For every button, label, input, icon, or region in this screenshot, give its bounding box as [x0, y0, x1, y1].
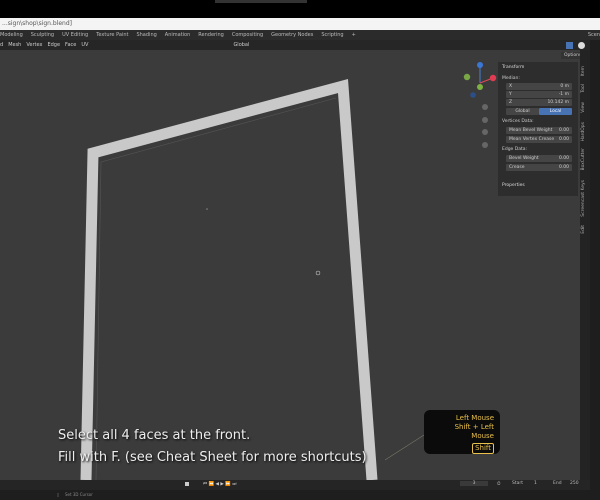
tab-screencast-keys[interactable]: Screencast Keys [581, 180, 586, 217]
global-button[interactable]: Global [506, 108, 539, 115]
y-field[interactable]: Y -1 m [506, 91, 572, 98]
value: 0.00 [558, 165, 569, 170]
x-field[interactable]: X 0 m [506, 83, 572, 90]
local-button[interactable]: Local [539, 108, 572, 115]
playback-controls[interactable]: ⏮ ⏪ ◀ ▶ ⏩ ⏭ [203, 481, 236, 487]
tab-hardops[interactable]: HardOps [581, 122, 586, 142]
value: 0.00 [558, 156, 569, 161]
title-bar: ...sign\shop\sign.blend] [0, 18, 600, 30]
stopwatch-icon[interactable]: ⏱ [497, 481, 501, 487]
caption-line-2: Fill with F. (see Cheat Sheet for more s… [58, 450, 367, 465]
bevel-weight-field[interactable]: Bevel Weight 0.00 [506, 155, 572, 162]
tab-geometry-nodes[interactable]: Geometry Nodes [271, 32, 313, 38]
menu-vertex[interactable]: Vertex [26, 42, 42, 48]
z-label: Z [509, 100, 513, 105]
orientation-dropdown[interactable]: Global [233, 42, 249, 48]
viewport-nav-buttons [482, 104, 488, 148]
3d-cursor-icon [315, 270, 321, 276]
overlay-toggle[interactable] [566, 41, 573, 49]
median-label: Median: [502, 76, 520, 81]
tab-boxcutter[interactable]: BoxCutter [581, 148, 586, 171]
value: 0.00 [558, 128, 569, 133]
transform-header[interactable]: Transform [502, 65, 524, 70]
properties-header[interactable]: Properties [502, 183, 525, 188]
mouse-icon: ▯ [57, 492, 60, 497]
tab-animation[interactable]: Animation [165, 32, 191, 38]
label: Crease [509, 165, 525, 170]
y-value: -1 m [558, 92, 569, 97]
timeline-bar: ⏮ ⏪ ◀ ▶ ⏩ ⏭ 3 ⏱ Start 1 End 250 [0, 480, 590, 490]
mean-bevel-weight-field[interactable]: Mean Bevel Weight 0.00 [506, 127, 572, 134]
label: Mean Vertex Crease [509, 137, 555, 142]
menu-edge[interactable]: Edge [47, 42, 60, 48]
x-value: 0 m [560, 84, 569, 89]
transform-panel: Transform Median: X 0 m Y -1 m Z 10.142 m G… [498, 62, 578, 196]
y-label: Y [509, 92, 512, 97]
status-text: Set 3D Cursor [65, 492, 93, 497]
end-field[interactable]: 250 [570, 481, 579, 486]
solid-shading-icon[interactable] [578, 41, 585, 49]
vertices-data-label: Vertices Data: [502, 119, 534, 124]
x-label: X [509, 84, 513, 89]
label: Bevel Weight [509, 156, 539, 161]
tab-tool[interactable]: Tool [581, 84, 586, 93]
tab-compositing[interactable]: Compositing [232, 32, 263, 38]
workspace-tabs: Modeling Sculpting UV Editing Texture Pa… [0, 30, 600, 40]
record-button[interactable] [185, 482, 189, 486]
current-frame-field[interactable]: 3 [460, 481, 488, 486]
top-bar [215, 0, 307, 3]
z-value: 10.142 m [547, 100, 569, 105]
frame-outline [80, 78, 378, 480]
tab-uv-editing[interactable]: UV Editing [62, 32, 88, 38]
sidebar-tabs: Item Tool View HardOps BoxCutter Screenc… [580, 50, 590, 480]
tab-sculpting[interactable]: Sculpting [31, 32, 54, 38]
menu-face[interactable]: Face [65, 42, 76, 48]
menu-uv[interactable]: UV [81, 42, 88, 48]
start-field[interactable]: 1 [534, 481, 537, 486]
tab-texture-paint[interactable]: Texture Paint [96, 32, 128, 38]
tab-view[interactable]: View [581, 102, 586, 113]
menu-mesh[interactable]: Mesh [8, 42, 21, 48]
cursor-line [384, 434, 425, 461]
edge-data-label: Edge Data: [502, 147, 528, 152]
properties-editor-strip[interactable] [590, 40, 600, 490]
add-workspace-button[interactable]: + [352, 32, 356, 38]
screencast-keys-overlay: Left Mouse Shift + Left Mouse Shift [424, 410, 500, 454]
navigation-gizmo [463, 62, 497, 98]
crease-field[interactable]: Crease 0.00 [506, 164, 572, 171]
viewport-header: d Mesh Vertex Edge Face UV Global [0, 40, 590, 50]
tab-edit[interactable]: Edit [581, 225, 586, 234]
key-line-2: Shift + Left Mouse [454, 423, 494, 440]
tab-item[interactable]: Item [581, 66, 586, 76]
end-label: End [553, 481, 562, 486]
z-field[interactable]: Z 10.142 m [506, 99, 572, 106]
status-bar: ▯ Set 3D Cursor [0, 490, 600, 500]
caption-line-1: Select all 4 faces at the front. [58, 428, 251, 443]
shift-key: Shift [472, 443, 494, 454]
scene-label[interactable]: Scen [588, 32, 600, 38]
mean-vertex-crease-field[interactable]: Mean Vertex Crease 0.00 [506, 136, 572, 143]
label: Mean Bevel Weight [509, 128, 553, 133]
tab-scripting[interactable]: Scripting [321, 32, 343, 38]
value: 0.00 [558, 137, 569, 142]
key-line-1: Left Mouse [455, 414, 494, 422]
start-label: Start [512, 481, 523, 486]
menu-view[interactable]: d [0, 42, 3, 48]
origin-dot [206, 208, 208, 210]
tab-modeling[interactable]: Modeling [0, 32, 23, 38]
tab-shading[interactable]: Shading [136, 32, 156, 38]
tab-rendering[interactable]: Rendering [198, 32, 224, 38]
tutorial-caption: Select all 4 faces at the front. Fill wi… [58, 425, 367, 469]
frame-inner-edge [95, 97, 337, 480]
